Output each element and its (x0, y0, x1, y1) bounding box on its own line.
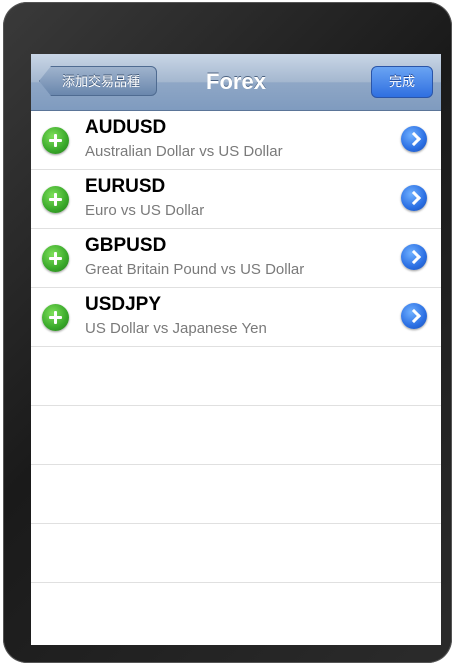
navigation-bar: 添加交易品種 Forex 完成 (31, 54, 441, 111)
empty-row (31, 524, 441, 583)
empty-row (31, 406, 441, 465)
description-label: Great Britain Pound vs US Dollar (85, 261, 305, 278)
empty-row (31, 347, 441, 406)
add-icon[interactable] (42, 245, 69, 272)
symbol-label: EURUSD (85, 176, 166, 197)
detail-disclosure-icon[interactable] (401, 126, 427, 152)
screen: 添加交易品種 Forex 完成 AUDUSD Australian Dollar… (31, 54, 441, 645)
detail-disclosure-icon[interactable] (401, 303, 427, 329)
symbol-label: AUDUSD (85, 117, 167, 138)
description-label: Australian Dollar vs US Dollar (85, 143, 283, 160)
detail-disclosure-icon[interactable] (401, 244, 427, 270)
add-icon[interactable] (42, 304, 69, 331)
empty-row (31, 465, 441, 524)
list-item[interactable]: EURUSD Euro vs US Dollar (31, 170, 441, 229)
add-icon[interactable] (42, 186, 69, 213)
detail-disclosure-icon[interactable] (401, 185, 427, 211)
symbol-label: USDJPY (85, 294, 162, 315)
list-item[interactable]: GBPUSD Great Britain Pound vs US Dollar (31, 229, 441, 288)
list-item[interactable]: AUDUSD Australian Dollar vs US Dollar (31, 111, 441, 170)
device-frame: 添加交易品種 Forex 完成 AUDUSD Australian Dollar… (3, 2, 452, 663)
list-item[interactable]: USDJPY US Dollar vs Japanese Yen (31, 288, 441, 347)
description-label: Euro vs US Dollar (85, 202, 205, 219)
instrument-list: AUDUSD Australian Dollar vs US Dollar EU… (31, 111, 441, 583)
add-icon[interactable] (42, 127, 69, 154)
symbol-label: GBPUSD (85, 235, 167, 256)
description-label: US Dollar vs Japanese Yen (85, 320, 267, 337)
done-button[interactable]: 完成 (371, 66, 433, 98)
